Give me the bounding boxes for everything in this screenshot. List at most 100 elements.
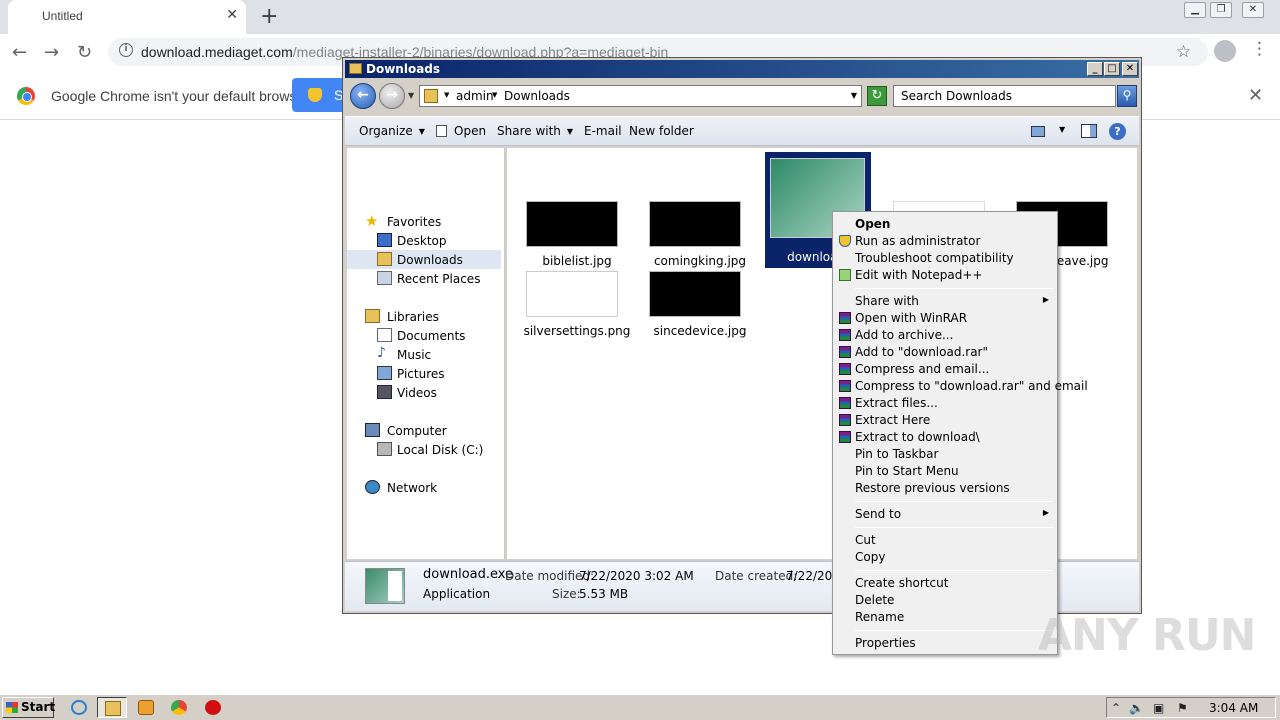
menu-item-run-as-admin[interactable]: Run as administrator	[835, 232, 1055, 249]
profile-avatar-icon[interactable]	[1214, 40, 1236, 62]
nav-downloads[interactable]: Downloads	[347, 250, 501, 269]
breadcrumb-downloads[interactable]: Downloads	[504, 89, 570, 103]
nav-network[interactable]: Network	[347, 478, 501, 497]
new-tab-button[interactable]: +	[260, 4, 278, 29]
explorer-maximize-button[interactable]: □	[1104, 62, 1120, 76]
browser-tab[interactable]: Untitled ✕	[8, 0, 246, 34]
menu-item-pin-start[interactable]: Pin to Start Menu	[835, 462, 1055, 479]
share-with-button[interactable]: Share with ▼	[497, 124, 573, 138]
menu-item-edit-notepad[interactable]: Edit with Notepad++	[835, 266, 1055, 283]
breadcrumb-arrow-icon[interactable]: ▼	[444, 91, 449, 99]
action-center-flag-icon[interactable]: ⚑	[1177, 701, 1188, 715]
address-dropdown-icon[interactable]: ▼	[851, 91, 857, 100]
organize-button[interactable]: Organize ▼	[359, 124, 425, 138]
date-created-label: Date created:	[715, 569, 798, 583]
clock[interactable]: 3:04 AM	[1209, 701, 1258, 715]
nav-local-disk[interactable]: Local Disk (C:)	[347, 440, 501, 459]
menu-item-troubleshoot[interactable]: Troubleshoot compatibility	[835, 249, 1055, 266]
menu-item-cut[interactable]: Cut	[835, 531, 1055, 548]
menu-item-copy[interactable]: Copy	[835, 548, 1055, 565]
nav-pictures[interactable]: Pictures	[347, 364, 501, 383]
taskbar-antivirus[interactable]	[198, 697, 228, 718]
explorer-title-bar[interactable]: Downloads _ □ ✕	[345, 60, 1139, 78]
refresh-icon[interactable]: ↻	[867, 86, 887, 106]
email-button[interactable]: E-mail	[584, 124, 622, 138]
menu-item-add-archive[interactable]: Add to archive...	[835, 326, 1055, 343]
menu-item-compress-email[interactable]: Compress and email...	[835, 360, 1055, 377]
menu-item-create-shortcut[interactable]: Create shortcut	[835, 574, 1055, 591]
minimize-button[interactable]: ▁	[1184, 2, 1206, 18]
back-arrow-icon[interactable]: ←	[350, 83, 376, 109]
search-downloads-input[interactable]: Search Downloads	[893, 85, 1116, 107]
nav-desktop[interactable]: Desktop	[347, 231, 501, 250]
nav-computer[interactable]: Computer	[347, 421, 501, 440]
open-button[interactable]: Open	[454, 124, 486, 138]
close-window-button[interactable]: ✕	[1242, 2, 1264, 18]
taskbar-media-player[interactable]	[131, 697, 161, 718]
explorer-close-button[interactable]: ✕	[1122, 62, 1138, 76]
start-button[interactable]: Start	[2, 697, 55, 718]
menu-item-delete[interactable]: Delete	[835, 591, 1055, 608]
menu-item-rename[interactable]: Rename	[835, 608, 1055, 625]
nav-videos[interactable]: Videos	[347, 383, 501, 402]
menu-item-extract-here[interactable]: Extract Here	[835, 411, 1055, 428]
restore-button[interactable]: ❐	[1210, 2, 1232, 18]
menu-item-send-to[interactable]: Send to ▶	[835, 505, 1055, 522]
nav-libraries[interactable]: Libraries	[347, 307, 501, 326]
network-tray-icon[interactable]: ▣	[1153, 701, 1164, 715]
file-name: biblelist.jpg	[542, 254, 612, 268]
menu-item-extract-to[interactable]: Extract to download\	[835, 428, 1055, 445]
explorer-minimize-button[interactable]: _	[1087, 62, 1103, 76]
menu-item-share-with[interactable]: Share with ▶	[835, 292, 1055, 309]
nav-music[interactable]: ♪ Music	[347, 345, 501, 364]
menu-item-add-download-rar[interactable]: Add to "download.rar"	[835, 343, 1055, 360]
nav-recent-places[interactable]: Recent Places	[347, 269, 501, 288]
folder-icon	[349, 63, 362, 74]
taskbar-chrome[interactable]	[164, 697, 194, 718]
menu-item-restore-versions[interactable]: Restore previous versions	[835, 479, 1055, 496]
file-item[interactable]: silversettings.png	[522, 271, 632, 341]
new-folder-button[interactable]: New folder	[629, 124, 694, 138]
infobar-close-icon[interactable]: ✕	[1248, 85, 1263, 106]
taskbar-explorer[interactable]	[97, 697, 127, 718]
chrome-menu-icon[interactable]: ⋮	[1251, 40, 1268, 58]
view-options-dropdown-icon[interactable]: ▼	[1059, 125, 1065, 134]
breadcrumb-admin[interactable]: admin	[456, 89, 494, 103]
forward-icon[interactable]: →	[44, 42, 59, 63]
change-view-icon[interactable]	[1031, 126, 1045, 137]
help-icon[interactable]: ?	[1109, 123, 1126, 140]
bookmark-star-icon[interactable]: ☆	[1176, 42, 1191, 62]
nav-label: Computer	[387, 424, 447, 438]
tab-close-icon[interactable]: ✕	[226, 7, 238, 23]
back-icon[interactable]: ←	[12, 42, 27, 63]
desktop-icon	[377, 233, 392, 247]
menu-item-compress-download-email[interactable]: Compress to "download.rar" and email	[835, 377, 1088, 394]
libraries-icon	[365, 309, 380, 323]
file-item[interactable]: sincedevice.jpg	[645, 271, 755, 341]
reload-icon[interactable]: ↻	[77, 42, 92, 63]
nav-documents[interactable]: Documents	[347, 326, 501, 345]
menu-item-open-winrar[interactable]: Open with WinRAR	[835, 309, 1055, 326]
breadcrumb-arrow-icon[interactable]: ▼	[492, 91, 497, 99]
explorer-navigation-bar: ← → ▼ ▼ admin ▼ Downloads ▼ ↻ Search Dow…	[345, 80, 1139, 114]
file-item[interactable]: biblelist.jpg	[522, 201, 632, 271]
recent-pages-dropdown-icon[interactable]: ▼	[408, 91, 414, 100]
computer-icon	[365, 423, 380, 437]
taskbar-ie[interactable]	[64, 697, 94, 718]
show-hidden-icons-icon[interactable]: ⌃	[1111, 701, 1121, 715]
forward-arrow-icon[interactable]: →	[379, 83, 405, 109]
preview-pane-icon[interactable]	[1081, 124, 1097, 138]
site-info-icon[interactable]: i	[119, 43, 133, 57]
menu-item-open[interactable]: Open	[835, 215, 1055, 232]
details-file-name: download.exe	[423, 567, 514, 582]
menu-item-properties[interactable]: Properties	[835, 634, 1055, 651]
explorer-folder-icon	[105, 701, 121, 716]
nav-favorites[interactable]: ★ Favorites	[347, 212, 501, 231]
search-icon[interactable]: ⚲	[1117, 85, 1137, 107]
nav-label: Documents	[397, 329, 466, 343]
file-item[interactable]: comingking.jpg	[645, 201, 755, 271]
menu-item-extract-files[interactable]: Extract files...	[835, 394, 1055, 411]
menu-item-pin-taskbar[interactable]: Pin to Taskbar	[835, 445, 1055, 462]
explorer-address-bar[interactable]: ▼ admin ▼ Downloads ▼	[419, 85, 862, 107]
volume-icon[interactable]: 🔈	[1129, 701, 1144, 715]
